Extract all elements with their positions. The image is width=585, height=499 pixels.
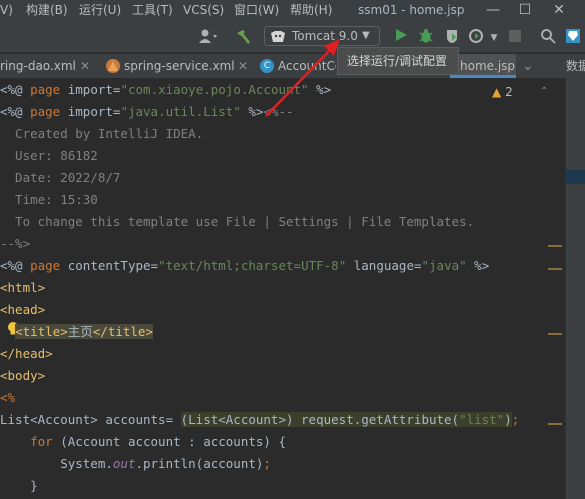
code-line-19: } <box>0 478 38 493</box>
code-line-1: <%@ page import="com.xiaoye.pojo.Account… <box>0 82 332 97</box>
warning-count: 2 <box>505 85 513 99</box>
close-tab-icon[interactable]: ✕ <box>238 54 248 78</box>
coverage-icon[interactable] <box>442 28 462 48</box>
tab-home-jsp[interactable]: home.jsp <box>460 54 515 78</box>
code-line-14: <body> <box>0 368 46 383</box>
code-line-7: To change this template use File | Setti… <box>0 214 475 229</box>
code-line-6: Time: 15:30 <box>0 192 98 207</box>
tab-account-controller[interactable]: AccountCo <box>278 54 336 78</box>
user-icon[interactable] <box>196 28 220 48</box>
run-config-label: Tomcat 9.0 <box>292 29 358 43</box>
code-line-12: <title>主页</title> <box>15 324 153 339</box>
warning-stripe-mark[interactable] <box>548 333 562 335</box>
more-run-chevron-icon[interactable]: ▼ <box>488 28 500 48</box>
editor-scrollbar[interactable] <box>565 78 585 499</box>
tooltip-text: 选择运行/调试配置 <box>347 54 448 68</box>
code-line-4: User: 86182 <box>0 148 98 163</box>
warning-stripe-mark[interactable] <box>548 423 562 425</box>
code-line-2: <%@ page import="java.util.List" %><%-- <box>0 104 294 119</box>
code-line-8: --%> <box>0 236 31 251</box>
restore-button[interactable]: ☐ <box>512 0 538 22</box>
tomcat-icon <box>270 29 286 43</box>
code-line-11: <head> <box>0 302 46 317</box>
inspection-warnings[interactable]: ▲ 2 <box>492 84 513 100</box>
code-line-9: <%@ page contentType="text/html;charset=… <box>0 258 490 273</box>
warning-stripe-mark[interactable] <box>548 268 562 270</box>
stop-icon[interactable] <box>506 28 524 48</box>
tab-spring-service[interactable]: spring-service.xml <box>124 54 235 78</box>
code-line-13: </head> <box>0 346 53 361</box>
warning-stripe-mark[interactable] <box>548 245 562 247</box>
minimize-button[interactable]: — <box>480 0 506 22</box>
database-panel-tab[interactable]: 数据 <box>566 54 585 78</box>
tab-list-chevron-icon[interactable]: ⌄ <box>522 54 534 78</box>
window-title: ssm01 - home.jsp <box>358 3 465 17</box>
run-icon[interactable] <box>392 28 410 48</box>
chevron-down-icon: ▼ <box>362 30 370 41</box>
menu-view[interactable]: V) <box>0 0 13 22</box>
menu-help[interactable]: 帮助(H) <box>290 0 332 22</box>
code-line-16: List<Account> accounts= (List<Account>) … <box>0 412 520 427</box>
profiler-icon[interactable] <box>466 28 486 48</box>
search-icon[interactable] <box>538 28 558 48</box>
menu-build[interactable]: 构建(B) <box>26 0 68 22</box>
warning-triangle-icon: ▲ <box>492 85 502 99</box>
code-line-10: <html> <box>0 280 46 295</box>
close-tab-icon[interactable]: ✕ <box>80 54 90 78</box>
menu-window[interactable]: 窗口(W) <box>234 0 279 22</box>
menu-run[interactable]: 运行(U) <box>79 0 121 22</box>
code-line-17: for (Account account : accounts) { <box>30 434 286 449</box>
code-line-3: Created by IntelliJ IDEA. <box>0 126 204 141</box>
scrollbar-highlight <box>565 170 585 184</box>
class-file-icon: C <box>260 59 274 73</box>
tab-spring-dao[interactable]: ring-dao.xml <box>0 54 76 78</box>
code-line-5: Date: 2022/8/7 <box>0 170 121 185</box>
debug-bug-icon[interactable] <box>416 28 436 48</box>
xml-file-icon <box>106 59 120 73</box>
close-window-button[interactable]: ✕ <box>546 0 572 22</box>
chevron-up-icon[interactable]: ⌃ <box>540 84 548 100</box>
menu-tools[interactable]: 工具(T) <box>132 0 173 22</box>
code-line-15: <% <box>0 390 16 405</box>
code-line-18: System.out.println(account); <box>0 456 271 471</box>
menu-vcs[interactable]: VCS(S) <box>183 0 224 22</box>
jetbrains-logo-icon[interactable] <box>563 28 583 48</box>
build-hammer-icon[interactable] <box>232 28 254 48</box>
